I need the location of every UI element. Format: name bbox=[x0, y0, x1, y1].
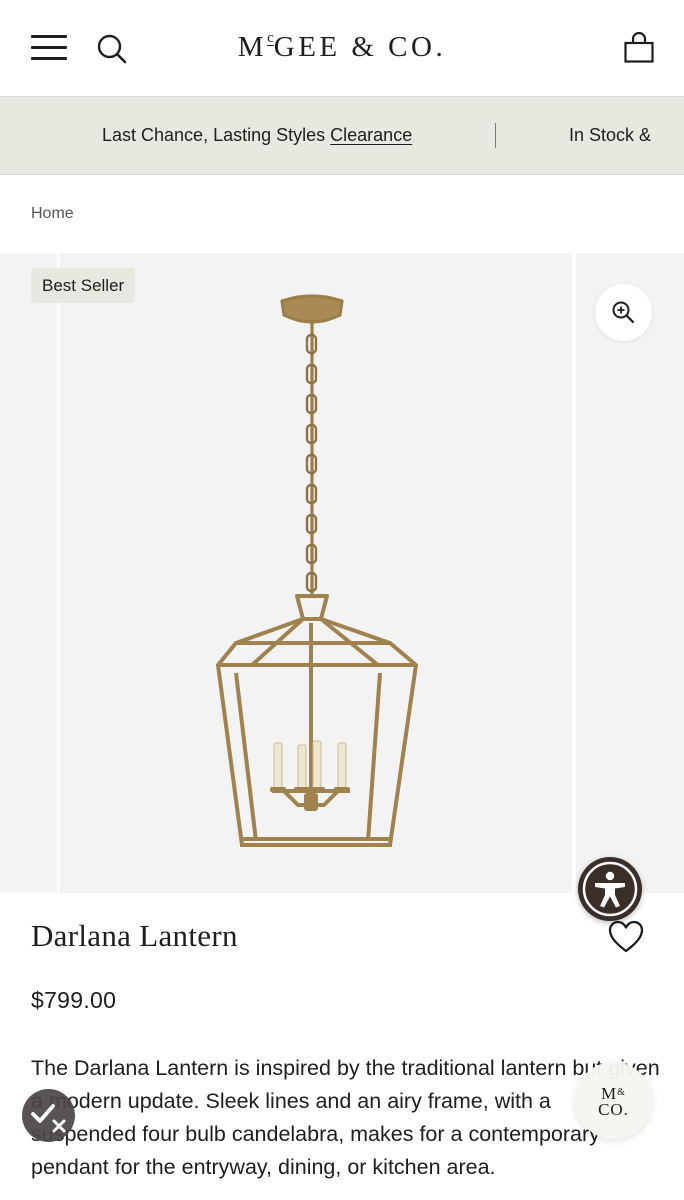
chat-brand-button[interactable]: M& CO. bbox=[575, 1062, 652, 1139]
promo-message-next: In Stock & bbox=[569, 125, 652, 145]
lantern-pendant-image bbox=[216, 294, 418, 847]
consent-toggle-button[interactable] bbox=[22, 1089, 75, 1142]
checkmark-close-icon bbox=[31, 1104, 66, 1133]
zoom-in-icon bbox=[612, 301, 635, 324]
heart-icon[interactable] bbox=[608, 920, 644, 954]
slide-divider bbox=[57, 253, 60, 893]
product-image-next[interactable] bbox=[576, 253, 684, 893]
accessibility-button[interactable] bbox=[578, 857, 642, 921]
promo-message: Last Chance, Lasting Styles Clearance bbox=[102, 125, 412, 146]
product-description: The Darlana Lantern is inspired by the t… bbox=[31, 1056, 660, 1179]
product-price: $799.00 bbox=[31, 987, 117, 1013]
product-title: Darlana Lantern bbox=[31, 918, 238, 953]
promo-text: Last Chance, Lasting Styles bbox=[102, 125, 326, 145]
site-header: McGEE & CO. bbox=[0, 0, 684, 97]
promo-divider bbox=[495, 123, 496, 148]
chat-logo-line2: CO. bbox=[598, 1100, 629, 1119]
zoom-button[interactable] bbox=[595, 284, 652, 341]
promo-banner: Last Chance, Lasting Styles Clearance In… bbox=[0, 97, 684, 175]
brand-logo[interactable]: McGEE & CO. bbox=[0, 30, 684, 64]
accessibility-icon bbox=[582, 861, 638, 917]
clearance-link[interactable]: Clearance bbox=[330, 125, 412, 145]
shopping-bag-icon[interactable] bbox=[622, 32, 656, 66]
product-gallery[interactable]: Best Seller bbox=[0, 253, 684, 893]
best-seller-badge: Best Seller bbox=[31, 268, 136, 303]
breadcrumb-home[interactable]: Home bbox=[31, 205, 74, 223]
